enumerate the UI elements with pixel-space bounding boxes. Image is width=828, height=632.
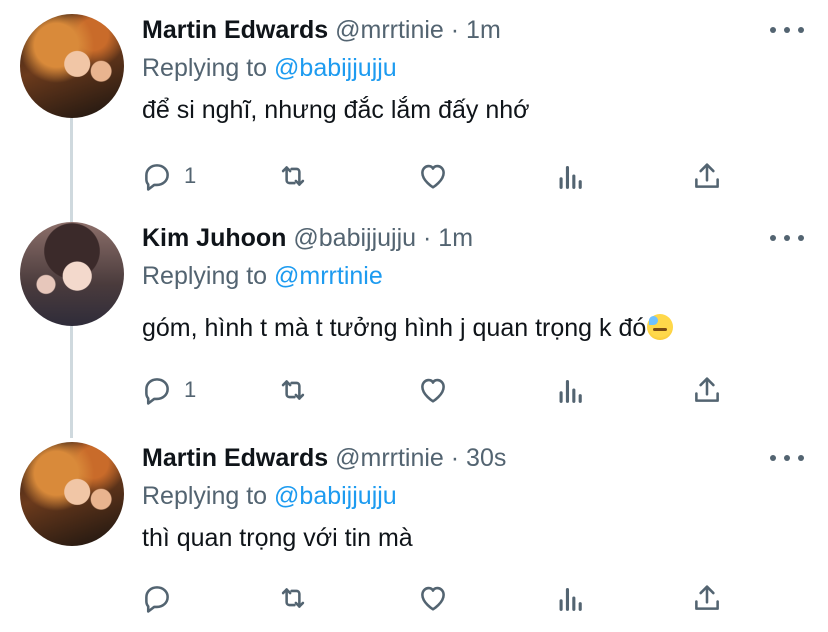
replying-prefix: Replying to: [142, 262, 268, 290]
more-icon[interactable]: [770, 20, 804, 40]
author-handle[interactable]: @mrrtinie: [335, 444, 444, 472]
timestamp[interactable]: · 1m: [423, 224, 473, 252]
like-button[interactable]: [416, 156, 450, 196]
tweet[interactable]: Martin Edwards @mrrtinie · 30s Replying …: [0, 440, 828, 632]
retweet-button[interactable]: [276, 370, 310, 410]
tweet-header: Martin Edwards @mrrtinie · 30s: [142, 440, 506, 476]
tweet-header: Martin Edwards @mrrtinie · 1m: [142, 12, 501, 48]
tweet-actions: 1: [0, 370, 828, 410]
author-handle[interactable]: @mrrtinie: [335, 16, 444, 44]
replying-to: Replying to @mrrtinie: [142, 258, 383, 294]
reply-icon: [145, 378, 169, 405]
retweet-button[interactable]: [276, 156, 310, 196]
analytics-icon: [559, 379, 582, 403]
replying-prefix: Replying to: [142, 482, 268, 510]
replying-mention[interactable]: @babijjujju: [274, 482, 397, 510]
reply-icon: [145, 586, 169, 613]
timestamp[interactable]: · 1m: [451, 16, 501, 44]
author-name[interactable]: Martin Edwards: [142, 16, 328, 44]
share-button[interactable]: [690, 578, 724, 618]
tweet-actions: 1: [0, 156, 828, 196]
retweet-button[interactable]: [276, 578, 310, 618]
sweat-face-emoji-icon: [647, 314, 674, 340]
tweet-actions: [0, 578, 828, 618]
tweet[interactable]: Kim Juhoon @babijjujju · 1m Replying to …: [0, 220, 828, 416]
reply-button[interactable]: 1: [140, 370, 196, 410]
replying-prefix: Replying to: [142, 54, 268, 82]
tweet-text: để si nghĩ, nhưng đắc lắm đấy nhớ: [142, 96, 530, 124]
share-icon: [695, 585, 719, 610]
more-icon[interactable]: [770, 228, 804, 248]
more-icon[interactable]: [770, 448, 804, 468]
replying-to: Replying to @babijjujju: [142, 478, 397, 514]
analytics-icon: [559, 165, 582, 189]
reply-count: 1: [184, 163, 197, 188]
like-button[interactable]: [416, 370, 450, 410]
tweet[interactable]: Martin Edwards @mrrtinie · 1m Replying t…: [0, 12, 828, 208]
analytics-button[interactable]: [554, 370, 588, 410]
tweet-text-row: góm, hình t mà t tưởng hình j quan trọng…: [142, 310, 674, 346]
share-button[interactable]: [690, 370, 724, 410]
like-button[interactable]: [416, 578, 450, 618]
avatar[interactable]: [20, 222, 124, 326]
retweet-icon: [281, 588, 305, 608]
timestamp[interactable]: · 30s: [451, 444, 507, 472]
avatar[interactable]: [20, 14, 124, 118]
tweet-header: Kim Juhoon @babijjujju · 1m: [142, 220, 473, 256]
author-name[interactable]: Kim Juhoon: [142, 224, 286, 252]
replying-mention[interactable]: @mrrtinie: [274, 262, 383, 290]
replying-to: Replying to @babijjujju: [142, 50, 397, 86]
analytics-icon: [559, 587, 582, 611]
retweet-icon: [281, 380, 305, 400]
avatar[interactable]: [20, 442, 124, 546]
share-icon: [695, 163, 719, 188]
reply-button[interactable]: 1: [140, 156, 196, 196]
analytics-button[interactable]: [554, 156, 588, 196]
like-icon: [421, 164, 445, 189]
author-handle[interactable]: @babijjujju: [293, 224, 416, 252]
like-icon: [421, 378, 445, 403]
analytics-button[interactable]: [554, 578, 588, 618]
share-button[interactable]: [690, 156, 724, 196]
reply-count: 1: [184, 377, 197, 402]
author-name[interactable]: Martin Edwards: [142, 444, 328, 472]
tweet-text: thì quan trọng với tin mà: [142, 524, 413, 552]
retweet-icon: [281, 166, 305, 186]
replying-mention[interactable]: @babijjujju: [274, 54, 397, 82]
tweet-text: góm, hình t mà t tưởng hình j quan trọng…: [142, 314, 647, 342]
like-icon: [421, 586, 445, 611]
reply-icon: [145, 164, 169, 191]
reply-button[interactable]: [140, 578, 184, 618]
share-icon: [695, 377, 719, 402]
